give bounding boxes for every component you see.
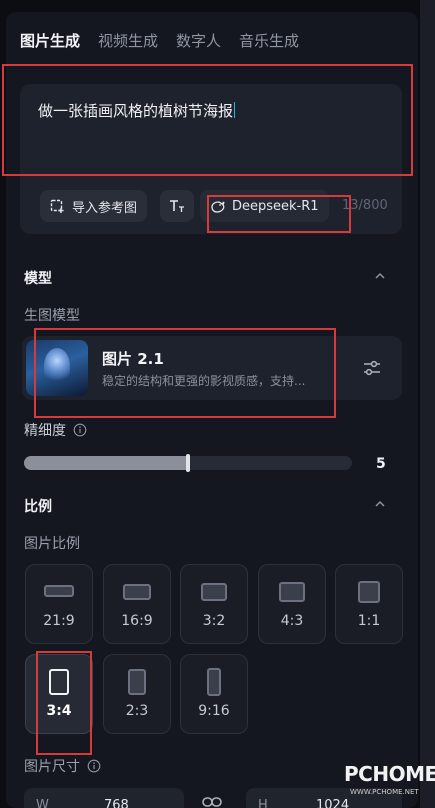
ratio-label: 4:3: [280, 613, 304, 629]
width-key: W: [36, 798, 49, 808]
right-edge-strip: [420, 0, 435, 808]
tab-image-generation[interactable]: 图片生成: [20, 30, 80, 51]
image-ratio-label: 图片比例: [24, 536, 80, 552]
watermark-url: WWW.PCHOME.NET: [350, 788, 419, 796]
model-section-title: 模型: [24, 271, 52, 287]
text-format-icon: [170, 200, 184, 212]
ratio-option-4-3[interactable]: 4:3: [258, 564, 326, 644]
detail-slider-fill: [24, 456, 188, 470]
ratio-shape-icon: [358, 581, 380, 603]
reasoning-model-chip[interactable]: Deepseek-R1: [200, 190, 329, 222]
image-size-label: 图片尺寸: [24, 756, 101, 776]
ratio-shape-icon: [201, 583, 227, 601]
chevron-up-icon[interactable]: [374, 498, 386, 510]
ratio-shape-icon: [49, 669, 69, 695]
ratio-shape-icon: [123, 584, 151, 600]
sliders-settings-icon[interactable]: [360, 356, 384, 380]
ratio-shape-icon: [128, 669, 146, 695]
ratio-label: 16:9: [121, 613, 153, 629]
ratio-shape-icon: [44, 585, 74, 597]
ratio-label: 9:16: [198, 703, 230, 719]
ratio-label: 2:3: [125, 703, 149, 719]
ratio-option-21-9[interactable]: 21:9: [25, 564, 93, 644]
tab-digital-human[interactable]: 数字人: [176, 30, 221, 51]
ratio-label: 21:9: [43, 613, 75, 629]
import-reference-label: 导入参考图: [72, 200, 138, 216]
ratio-label: 1:1: [357, 613, 381, 629]
text-caret: [234, 102, 236, 118]
link-icon[interactable]: [202, 796, 222, 808]
tab-music-generation[interactable]: 音乐生成: [239, 30, 299, 51]
detail-slider-thumb[interactable]: [186, 454, 190, 472]
info-icon[interactable]: [87, 759, 101, 773]
ratio-label: 3:4: [46, 703, 72, 719]
reasoning-model-label: Deepseek-R1: [232, 198, 319, 214]
import-reference-button[interactable]: 导入参考图: [40, 190, 148, 222]
chevron-up-icon[interactable]: [374, 270, 386, 282]
ratio-label: 3:2: [202, 613, 226, 629]
prompt-text: 做一张插画风格的植树节海报: [38, 102, 236, 120]
model-select-card[interactable]: 图片 2.1 稳定的结构和更强的影视质感，支持...: [22, 336, 402, 400]
image-add-icon: [50, 199, 64, 213]
ratio-section-title: 比例: [24, 499, 52, 515]
ratio-option-16-9[interactable]: 16:9: [103, 564, 171, 644]
ratio-option-3-2[interactable]: 3:2: [180, 564, 248, 644]
image-model-label: 生图模型: [24, 308, 80, 324]
ratio-option-9-16[interactable]: 9:16: [180, 654, 248, 734]
width-value: 768: [104, 798, 129, 808]
watermark-logo-text: PCHOME: [344, 762, 435, 786]
width-field[interactable]: W 768: [24, 788, 184, 808]
thumbnail-figure: [44, 348, 70, 384]
pchome-watermark: PCHOME WWW.PCHOME.NET: [344, 762, 435, 802]
deepseek-whale-icon: [211, 201, 225, 213]
model-thumbnail: [26, 340, 88, 396]
model-description: 稳定的结构和更强的影视质感，支持...: [102, 374, 306, 388]
info-icon[interactable]: [73, 423, 87, 437]
text-style-button[interactable]: [160, 190, 194, 222]
char-counter: 13/800: [342, 198, 388, 213]
ratio-option-1-1[interactable]: 1:1: [335, 564, 403, 644]
ratio-option-2-3[interactable]: 2:3: [103, 654, 171, 734]
ratio-shape-icon: [207, 668, 221, 696]
model-name: 图片 2.1: [102, 350, 164, 368]
detail-label: 精细度: [24, 420, 87, 440]
detail-slider[interactable]: [24, 454, 352, 472]
mode-tabs: 图片生成 视频生成 数字人 音乐生成: [20, 30, 317, 51]
height-key: H: [258, 798, 268, 808]
ratio-option-3-4[interactable]: 3:4: [25, 654, 93, 734]
detail-value: 5: [376, 456, 386, 472]
tab-video-generation[interactable]: 视频生成: [98, 30, 158, 51]
ratio-shape-icon: [279, 582, 305, 602]
